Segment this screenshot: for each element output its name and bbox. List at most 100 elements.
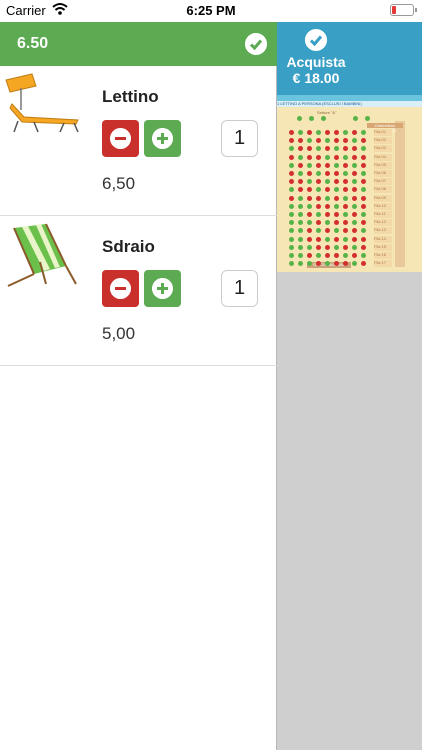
umbrella-spot[interactable] xyxy=(289,220,294,226)
umbrella-spot[interactable] xyxy=(343,244,348,250)
umbrella-spot[interactable] xyxy=(343,212,348,217)
umbrella-spot[interactable] xyxy=(298,162,303,168)
umbrella-spot[interactable] xyxy=(325,220,330,226)
umbrella-spot[interactable] xyxy=(307,146,312,152)
umbrella-spot[interactable] xyxy=(289,146,294,152)
umbrella-spot[interactable] xyxy=(361,220,366,226)
umbrella-spot[interactable] xyxy=(307,253,312,258)
umbrella-spot[interactable] xyxy=(334,195,339,201)
umbrella-spot[interactable] xyxy=(361,212,366,217)
umbrella-spot[interactable] xyxy=(361,195,366,201)
umbrella-spot[interactable] xyxy=(307,187,312,193)
umbrella-spot[interactable] xyxy=(316,154,321,160)
umbrella-spot[interactable] xyxy=(334,130,339,135)
umbrella-spot[interactable] xyxy=(307,154,312,160)
umbrella-spot[interactable] xyxy=(334,228,339,234)
umbrella-spot[interactable] xyxy=(352,261,357,267)
umbrella-spot[interactable] xyxy=(361,253,366,258)
umbrella-spot[interactable] xyxy=(307,203,312,209)
umbrella-spot[interactable] xyxy=(316,212,321,217)
umbrella-spot[interactable] xyxy=(334,154,339,160)
umbrella-spot[interactable] xyxy=(316,138,321,144)
umbrella-spot[interactable] xyxy=(289,253,294,258)
umbrella-spot[interactable] xyxy=(298,146,303,152)
umbrella-spot[interactable] xyxy=(307,228,312,234)
umbrella-spot[interactable] xyxy=(325,236,330,242)
umbrella-spot[interactable] xyxy=(316,187,321,193)
umbrella-spot[interactable] xyxy=(316,236,321,242)
umbrella-spot[interactable] xyxy=(325,212,330,217)
umbrella-spot[interactable] xyxy=(361,203,366,209)
umbrella-spot[interactable] xyxy=(334,203,339,209)
umbrella-spot[interactable] xyxy=(343,138,348,144)
umbrella-spot[interactable] xyxy=(334,212,339,217)
decrease-button[interactable] xyxy=(102,270,139,307)
umbrella-spot[interactable] xyxy=(334,220,339,226)
umbrella-spot[interactable] xyxy=(352,130,357,135)
umbrella-spot[interactable] xyxy=(334,179,339,185)
umbrella-spot[interactable] xyxy=(361,261,366,267)
umbrella-spot[interactable] xyxy=(289,203,294,209)
umbrella-spot[interactable] xyxy=(352,220,357,226)
umbrella-spot[interactable] xyxy=(316,130,321,135)
umbrella-spot[interactable] xyxy=(352,195,357,201)
umbrella-spot[interactable] xyxy=(334,162,339,168)
quantity-field[interactable]: 1 xyxy=(221,270,258,307)
umbrella-spot[interactable] xyxy=(334,244,339,250)
umbrella-spot[interactable] xyxy=(352,146,357,152)
umbrella-spot[interactable] xyxy=(352,228,357,234)
umbrella-spot[interactable] xyxy=(334,138,339,144)
umbrella-spot[interactable] xyxy=(307,195,312,201)
quantity-field[interactable]: 1 xyxy=(221,120,258,157)
umbrella-spot[interactable] xyxy=(361,228,366,234)
umbrella-spot[interactable] xyxy=(316,228,321,234)
umbrella-spot[interactable] xyxy=(298,212,303,217)
umbrella-spot[interactable] xyxy=(361,130,366,135)
umbrella-spot[interactable] xyxy=(325,138,330,144)
umbrella-spot[interactable] xyxy=(289,171,294,176)
umbrella-spot[interactable] xyxy=(343,146,348,152)
umbrella-spot[interactable] xyxy=(361,162,366,168)
umbrella-spot[interactable] xyxy=(289,154,294,160)
umbrella-spot[interactable] xyxy=(343,195,348,201)
umbrella-spot[interactable] xyxy=(316,203,321,209)
umbrella-spot[interactable] xyxy=(352,236,357,242)
umbrella-spot[interactable] xyxy=(307,171,312,176)
umbrella-spot[interactable] xyxy=(343,130,348,135)
umbrella-spot[interactable] xyxy=(298,195,303,201)
umbrella-spot[interactable] xyxy=(316,146,321,152)
umbrella-spot[interactable] xyxy=(343,171,348,176)
umbrella-spot[interactable] xyxy=(352,179,357,185)
beach-map[interactable]: 1 LETTINO A PERSONA (ESCLUSI I BAMBINI) … xyxy=(277,95,422,272)
umbrella-spot[interactable] xyxy=(307,244,312,250)
umbrella-spot[interactable] xyxy=(289,228,294,234)
umbrella-spot[interactable] xyxy=(289,187,294,193)
umbrella-spot[interactable] xyxy=(343,179,348,185)
umbrella-spot[interactable] xyxy=(307,236,312,242)
umbrella-spot[interactable] xyxy=(289,162,294,168)
umbrella-spot[interactable] xyxy=(352,138,357,144)
umbrella-spot[interactable] xyxy=(289,195,294,201)
umbrella-spot[interactable] xyxy=(298,261,303,267)
umbrella-spot[interactable] xyxy=(334,171,339,176)
umbrella-spot[interactable] xyxy=(289,179,294,185)
umbrella-spot[interactable] xyxy=(352,154,357,160)
umbrella-spot[interactable] xyxy=(343,228,348,234)
umbrella-spot[interactable] xyxy=(298,138,303,144)
umbrella-spot[interactable] xyxy=(325,203,330,209)
umbrella-spot[interactable] xyxy=(316,171,321,176)
umbrella-spot[interactable] xyxy=(325,179,330,185)
increase-button[interactable] xyxy=(144,120,181,157)
umbrella-spot[interactable] xyxy=(361,187,366,193)
umbrella-spot[interactable] xyxy=(325,171,330,176)
umbrella-spot[interactable] xyxy=(298,220,303,226)
umbrella-spot[interactable] xyxy=(307,162,312,168)
umbrella-spot[interactable] xyxy=(352,253,357,258)
umbrella-spot[interactable] xyxy=(307,130,312,135)
umbrella-spot[interactable] xyxy=(352,203,357,209)
umbrella-spot[interactable] xyxy=(325,244,330,250)
increase-button[interactable] xyxy=(144,270,181,307)
umbrella-spot[interactable] xyxy=(334,253,339,258)
umbrella-spot[interactable] xyxy=(307,220,312,226)
umbrella-spot[interactable] xyxy=(343,203,348,209)
